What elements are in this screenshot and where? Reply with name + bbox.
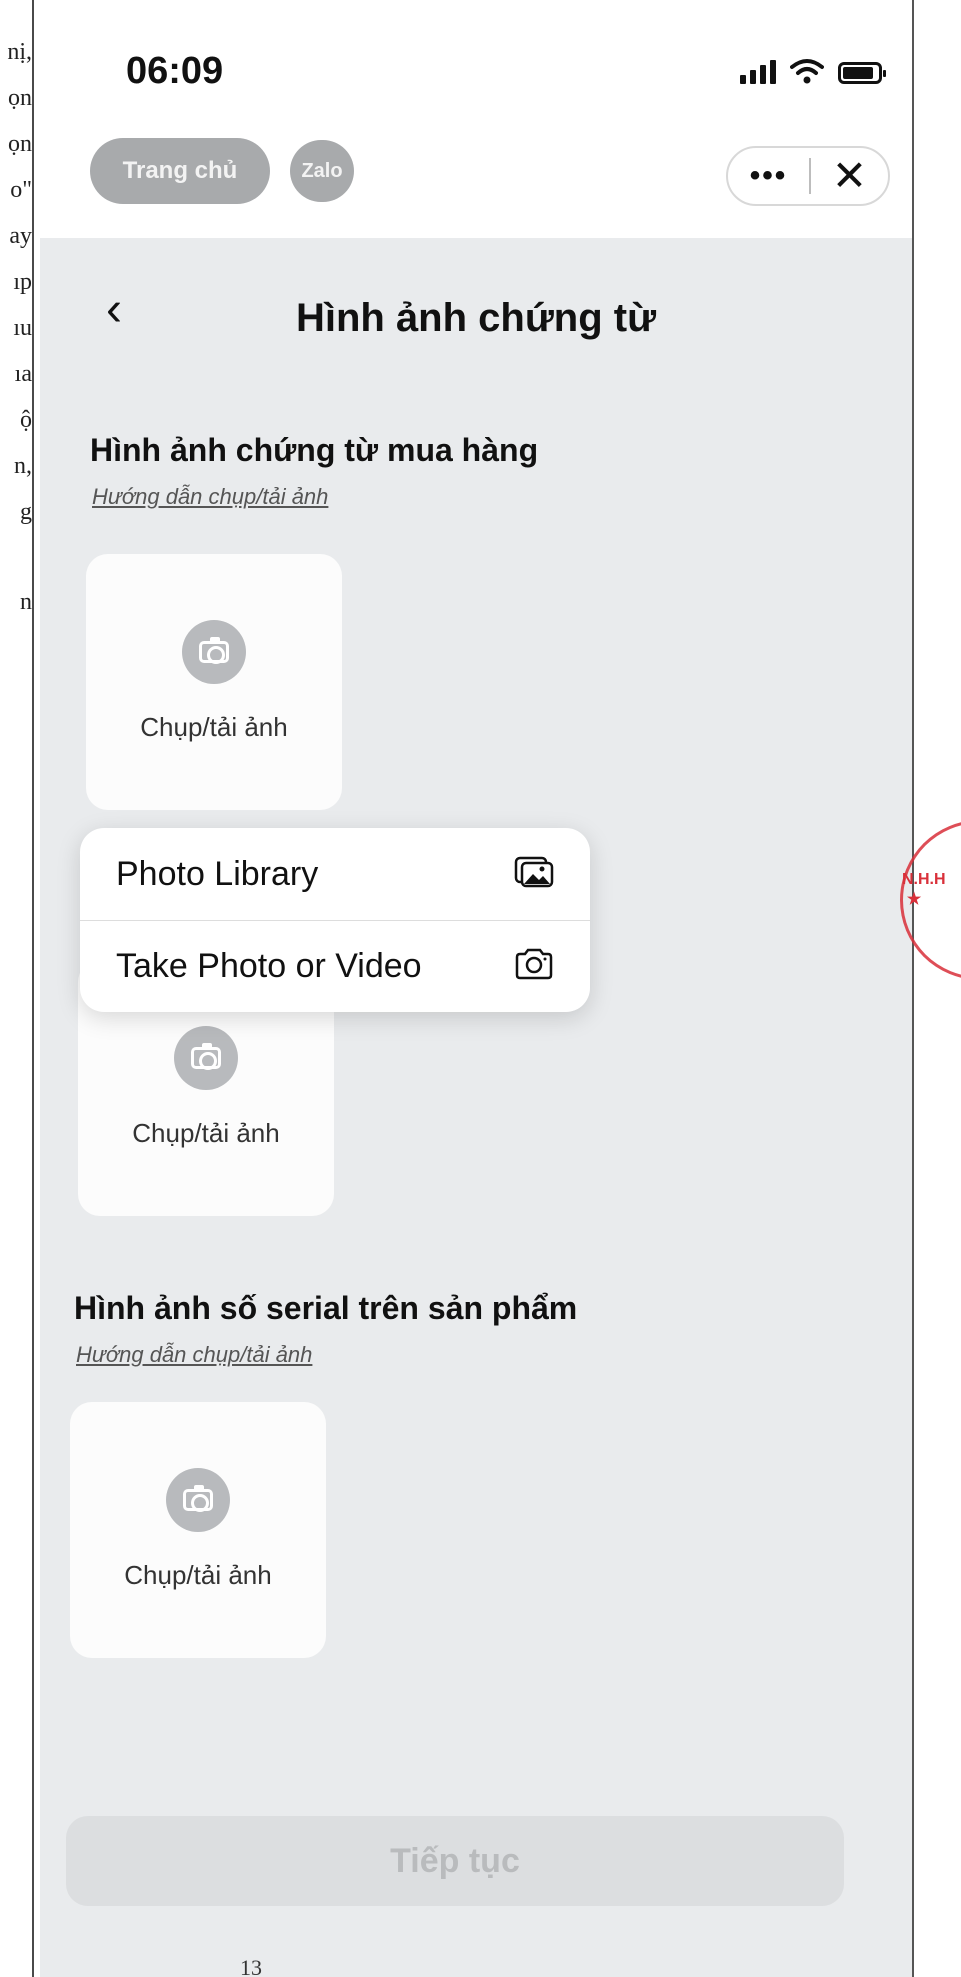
page-number: 13 [240, 1955, 262, 1977]
document-text-fragment: ıu [13, 315, 32, 341]
document-text-fragment: ọn [8, 85, 32, 111]
zalo-logo[interactable]: Zalo [290, 140, 354, 202]
menu-item-label: Take Photo or Video [116, 946, 422, 985]
wifi-icon [790, 59, 824, 84]
document-text-fragment: g [20, 499, 32, 525]
document-text-fragment: ıa [14, 361, 32, 387]
upload-label: Chụp/tải ảnh [132, 1118, 280, 1148]
photo-library-icon [514, 856, 554, 888]
document-text-fragment: o" [10, 177, 32, 203]
section-title-serial-number: Hình ảnh số serial trên sản phẩm [74, 1290, 578, 1326]
document-text-fragment: n, [14, 453, 32, 479]
camera-icon [182, 620, 246, 684]
app-capsule: ••• ✕ [726, 146, 890, 206]
upload-label: Chụp/tải ảnh [140, 712, 288, 742]
mini-app-bar: Trang chủ Zalo ••• ✕ [40, 132, 912, 212]
document-text-fragment: ay [9, 223, 32, 249]
document-text-fragment: n [20, 589, 32, 615]
continue-button[interactable]: Tiếp tục [66, 1816, 844, 1906]
document-text-fragment: ộ [20, 407, 32, 433]
signal-icon [740, 60, 776, 84]
guide-link[interactable]: Hướng dẫn chụp/tải ảnh [92, 484, 328, 510]
stamp-text: N.H.H ★ [902, 871, 946, 908]
document-right-border [912, 0, 914, 1977]
upload-card[interactable]: Chụp/tải ảnh [86, 554, 342, 810]
status-icons [740, 58, 886, 84]
upload-label: Chụp/tải ảnh [124, 1560, 272, 1590]
menu-item-take-photo[interactable]: Take Photo or Video [80, 920, 590, 1012]
page-title: Hình ảnh chứng từ [295, 296, 657, 340]
guide-link[interactable]: Hướng dẫn chụp/tải ảnh [76, 1342, 312, 1368]
menu-item-photo-library[interactable]: Photo Library [80, 828, 590, 920]
menu-item-label: Photo Library [116, 854, 319, 893]
camera-icon [166, 1468, 230, 1532]
home-button[interactable]: Trang chủ [90, 138, 270, 204]
document-margin: nị, ọn ọn o" ay ıp ıu ıa ộ n, g n [0, 0, 34, 1977]
battery-icon [838, 62, 886, 84]
close-icon[interactable]: ✕ [811, 155, 888, 197]
page: nị, ọn ọn o" ay ıp ıu ıa ộ n, g n 06:09 … [0, 0, 961, 1977]
document-text-fragment: ọn [8, 131, 32, 157]
photo-source-menu: Photo Library Take Photo or Video [80, 828, 590, 1012]
document-text-fragment: ıp [13, 269, 32, 295]
camera-icon [174, 1026, 238, 1090]
more-icon[interactable]: ••• [728, 161, 809, 191]
phone-screen: 06:09 Trang chủ Zalo ••• ✕ ‹ Hình ảnh ch… [40, 0, 912, 1977]
document-text-fragment: nị, [7, 39, 32, 65]
section-title-purchase-documents: Hình ảnh chứng từ mua hàng [90, 432, 539, 468]
upload-card[interactable]: Chụp/tải ảnh [70, 1402, 326, 1658]
status-time: 06:09 [126, 50, 224, 92]
camera-icon [515, 948, 553, 980]
